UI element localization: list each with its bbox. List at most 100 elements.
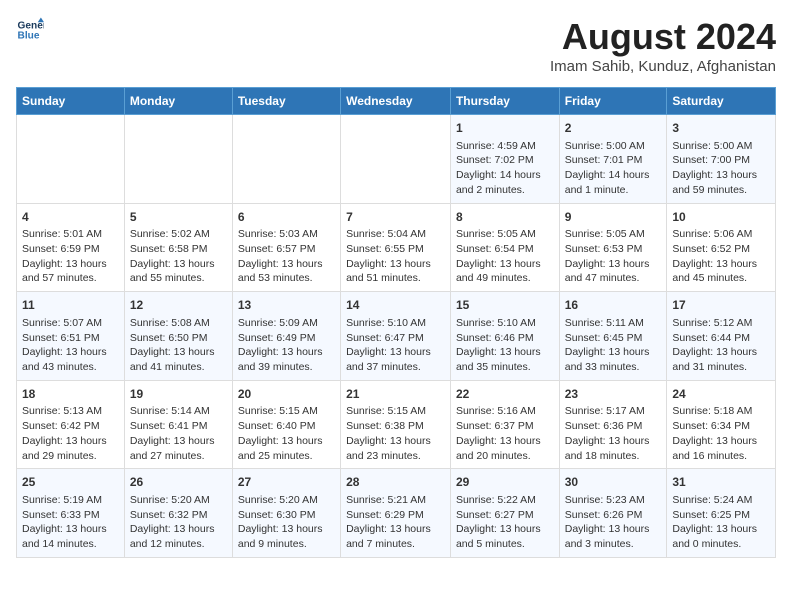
weekday-header-wednesday: Wednesday bbox=[341, 88, 451, 115]
day-info: Sunrise: 5:10 AMSunset: 6:46 PMDaylight:… bbox=[456, 316, 554, 375]
calendar-cell: 23Sunrise: 5:17 AMSunset: 6:36 PMDayligh… bbox=[559, 380, 667, 469]
day-info: Sunrise: 5:23 AMSunset: 6:26 PMDaylight:… bbox=[565, 493, 662, 552]
day-number: 14 bbox=[346, 297, 445, 314]
day-info: Sunrise: 5:21 AMSunset: 6:29 PMDaylight:… bbox=[346, 493, 445, 552]
day-info: Sunrise: 5:18 AMSunset: 6:34 PMDaylight:… bbox=[672, 404, 770, 463]
week-row-3: 11 Sunrise: 5:07 AMSunset: 6:51 PMDayligh… bbox=[17, 292, 776, 381]
day-number: 24 bbox=[672, 386, 770, 403]
calendar-cell: 5Sunrise: 5:02 AMSunset: 6:58 PMDaylight… bbox=[124, 203, 232, 292]
day-info: Sunrise: 5:11 AMSunset: 6:45 PMDaylight:… bbox=[565, 316, 662, 375]
calendar-cell: 29 Sunrise: 5:22 AMSunset: 6:27 PMDayligh… bbox=[450, 469, 559, 558]
day-number: 21 bbox=[346, 386, 445, 403]
calendar-cell: 14Sunrise: 5:10 AMSunset: 6:47 PMDayligh… bbox=[341, 292, 451, 381]
weekday-header-monday: Monday bbox=[124, 88, 232, 115]
calendar-cell: 18Sunrise: 5:13 AMSunset: 6:42 PMDayligh… bbox=[17, 380, 125, 469]
day-number: 12 bbox=[130, 297, 227, 314]
day-info: Sunrise: 5:06 AMSunset: 6:52 PMDaylight:… bbox=[672, 227, 770, 286]
day-number: 19 bbox=[130, 386, 227, 403]
day-info: Sunrise: 5:05 AMSunset: 6:53 PMDaylight:… bbox=[565, 227, 662, 286]
day-info: Sunrise: 5:04 AMSunset: 6:55 PMDaylight:… bbox=[346, 227, 445, 286]
calendar-cell: 3 Sunrise: 5:00 AMSunset: 7:00 PMDaylight… bbox=[667, 115, 776, 204]
day-info: Sunrise: 5:14 AMSunset: 6:41 PMDaylight:… bbox=[130, 404, 227, 463]
calendar-cell: 2Sunrise: 5:00 AMSunset: 7:01 PMDaylight… bbox=[559, 115, 667, 204]
day-number: 23 bbox=[565, 386, 662, 403]
calendar-cell: 24Sunrise: 5:18 AMSunset: 6:34 PMDayligh… bbox=[667, 380, 776, 469]
calendar-cell: 30 Sunrise: 5:23 AMSunset: 6:26 PMDayligh… bbox=[559, 469, 667, 558]
calendar-cell: 28Sunrise: 5:21 AMSunset: 6:29 PMDayligh… bbox=[341, 469, 451, 558]
calendar-cell bbox=[124, 115, 232, 204]
day-number: 1 bbox=[456, 120, 554, 137]
calendar-cell bbox=[232, 115, 340, 204]
calendar-cell: 22Sunrise: 5:16 AMSunset: 6:37 PMDayligh… bbox=[450, 380, 559, 469]
day-number: 30 bbox=[565, 474, 662, 491]
day-info: Sunrise: 5:16 AMSunset: 6:37 PMDaylight:… bbox=[456, 404, 554, 463]
weekday-header-thursday: Thursday bbox=[450, 88, 559, 115]
day-number: 16 bbox=[565, 297, 662, 314]
week-row-1: 1 Sunrise: 4:59 AMSunset: 7:02 PMDaylight… bbox=[17, 115, 776, 204]
calendar-cell: 16 Sunrise: 5:11 AMSunset: 6:45 PMDayligh… bbox=[559, 292, 667, 381]
day-info: Sunrise: 5:09 AMSunset: 6:49 PMDaylight:… bbox=[238, 316, 335, 375]
calendar-body: 1 Sunrise: 4:59 AMSunset: 7:02 PMDaylight… bbox=[17, 115, 776, 558]
subtitle: Imam Sahib, Kunduz, Afghanistan bbox=[550, 58, 776, 75]
weekday-header-row: SundayMondayTuesdayWednesdayThursdayFrid… bbox=[17, 88, 776, 115]
day-info: Sunrise: 4:59 AMSunset: 7:02 PMDaylight:… bbox=[456, 139, 554, 198]
calendar-cell: 8Sunrise: 5:05 AMSunset: 6:54 PMDaylight… bbox=[450, 203, 559, 292]
day-number: 31 bbox=[672, 474, 770, 491]
day-info: Sunrise: 5:02 AMSunset: 6:58 PMDaylight:… bbox=[130, 227, 227, 286]
day-number: 7 bbox=[346, 209, 445, 226]
weekday-header-friday: Friday bbox=[559, 88, 667, 115]
day-number: 27 bbox=[238, 474, 335, 491]
day-info: Sunrise: 5:20 AMSunset: 6:32 PMDaylight:… bbox=[130, 493, 227, 552]
calendar-cell: 26Sunrise: 5:20 AMSunset: 6:32 PMDayligh… bbox=[124, 469, 232, 558]
calendar-cell: 21Sunrise: 5:15 AMSunset: 6:38 PMDayligh… bbox=[341, 380, 451, 469]
calendar-cell bbox=[17, 115, 125, 204]
calendar-cell: 10Sunrise: 5:06 AMSunset: 6:52 PMDayligh… bbox=[667, 203, 776, 292]
calendar-table: SundayMondayTuesdayWednesdayThursdayFrid… bbox=[16, 87, 776, 558]
calendar-cell: 20Sunrise: 5:15 AMSunset: 6:40 PMDayligh… bbox=[232, 380, 340, 469]
day-number: 9 bbox=[565, 209, 662, 226]
calendar-cell: 4Sunrise: 5:01 AMSunset: 6:59 PMDaylight… bbox=[17, 203, 125, 292]
day-info: Sunrise: 5:12 AMSunset: 6:44 PMDaylight:… bbox=[672, 316, 770, 375]
day-number: 10 bbox=[672, 209, 770, 226]
calendar-cell: 9Sunrise: 5:05 AMSunset: 6:53 PMDaylight… bbox=[559, 203, 667, 292]
day-number: 18 bbox=[22, 386, 119, 403]
page-header: General Blue August 2024 Imam Sahib, Kun… bbox=[16, 16, 776, 75]
calendar-cell: 27Sunrise: 5:20 AMSunset: 6:30 PMDayligh… bbox=[232, 469, 340, 558]
day-info: Sunrise: 5:13 AMSunset: 6:42 PMDaylight:… bbox=[22, 404, 119, 463]
svg-text:Blue: Blue bbox=[18, 31, 40, 42]
day-number: 8 bbox=[456, 209, 554, 226]
day-info: Sunrise: 5:17 AMSunset: 6:36 PMDaylight:… bbox=[565, 404, 662, 463]
day-info: Sunrise: 5:08 AMSunset: 6:50 PMDaylight:… bbox=[130, 316, 227, 375]
calendar-cell: 17 Sunrise: 5:12 AMSunset: 6:44 PMDayligh… bbox=[667, 292, 776, 381]
day-number: 5 bbox=[130, 209, 227, 226]
day-number: 17 bbox=[672, 297, 770, 314]
day-number: 20 bbox=[238, 386, 335, 403]
day-number: 29 bbox=[456, 474, 554, 491]
day-number: 25 bbox=[22, 474, 119, 491]
title-block: August 2024 Imam Sahib, Kunduz, Afghanis… bbox=[550, 16, 776, 75]
week-row-4: 18Sunrise: 5:13 AMSunset: 6:42 PMDayligh… bbox=[17, 380, 776, 469]
day-info: Sunrise: 5:07 AMSunset: 6:51 PMDaylight:… bbox=[22, 316, 119, 375]
day-number: 11 bbox=[22, 297, 119, 314]
day-number: 3 bbox=[672, 120, 770, 137]
calendar-cell: 1 Sunrise: 4:59 AMSunset: 7:02 PMDaylight… bbox=[450, 115, 559, 204]
day-info: Sunrise: 5:15 AMSunset: 6:40 PMDaylight:… bbox=[238, 404, 335, 463]
calendar-cell: 7Sunrise: 5:04 AMSunset: 6:55 PMDaylight… bbox=[341, 203, 451, 292]
calendar-cell: 12 Sunrise: 5:08 AMSunset: 6:50 PMDayligh… bbox=[124, 292, 232, 381]
calendar-cell: 15 Sunrise: 5:10 AMSunset: 6:46 PMDayligh… bbox=[450, 292, 559, 381]
day-info: Sunrise: 5:22 AMSunset: 6:27 PMDaylight:… bbox=[456, 493, 554, 552]
day-info: Sunrise: 5:05 AMSunset: 6:54 PMDaylight:… bbox=[456, 227, 554, 286]
main-title: August 2024 bbox=[550, 16, 776, 58]
calendar-cell: 25Sunrise: 5:19 AMSunset: 6:33 PMDayligh… bbox=[17, 469, 125, 558]
day-number: 13 bbox=[238, 297, 335, 314]
day-info: Sunrise: 5:00 AMSunset: 7:00 PMDaylight:… bbox=[672, 139, 770, 198]
calendar-cell: 31 Sunrise: 5:24 AMSunset: 6:25 PMDayligh… bbox=[667, 469, 776, 558]
logo: General Blue bbox=[16, 16, 48, 44]
day-info: Sunrise: 5:24 AMSunset: 6:25 PMDaylight:… bbox=[672, 493, 770, 552]
calendar-cell bbox=[341, 115, 451, 204]
weekday-header-saturday: Saturday bbox=[667, 88, 776, 115]
calendar-cell: 6Sunrise: 5:03 AMSunset: 6:57 PMDaylight… bbox=[232, 203, 340, 292]
day-number: 2 bbox=[565, 120, 662, 137]
day-number: 15 bbox=[456, 297, 554, 314]
weekday-header-sunday: Sunday bbox=[17, 88, 125, 115]
